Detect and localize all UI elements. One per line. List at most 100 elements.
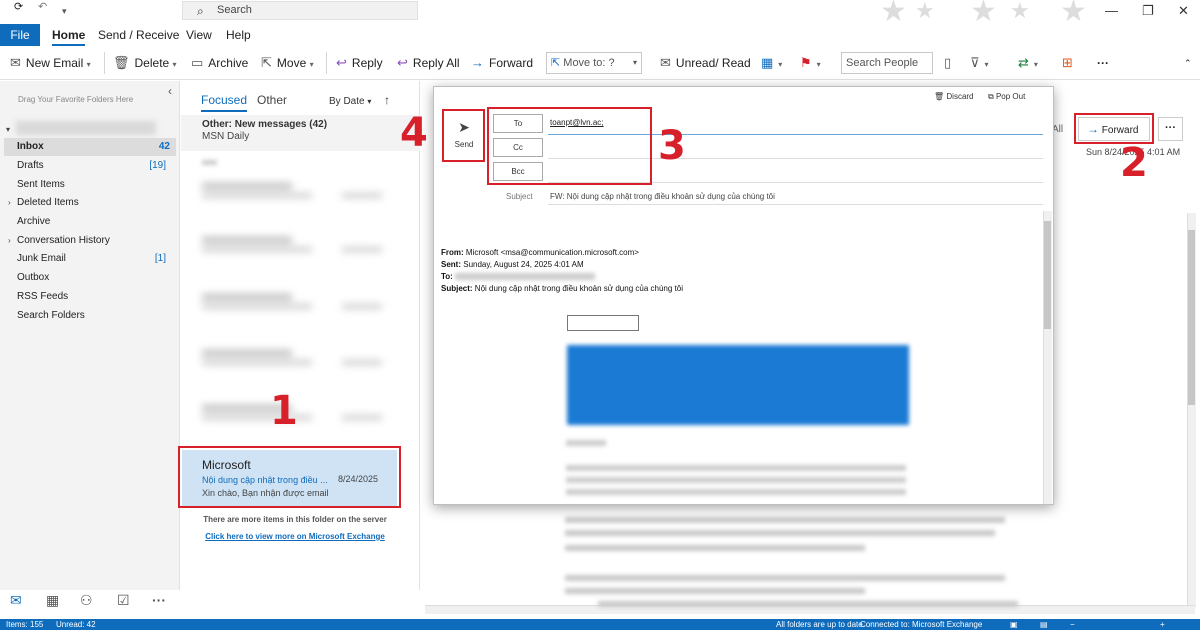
folder-label: Deleted Items — [17, 197, 79, 208]
tab-help[interactable]: Help — [226, 24, 251, 46]
sync-icon[interactable]: ⟳ — [14, 0, 23, 13]
flag-icon: ⚑ — [800, 55, 812, 70]
folder-junk-email[interactable]: Junk Email [1] — [17, 250, 172, 268]
addins-button[interactable]: ⊞ — [1062, 47, 1078, 79]
tab-other[interactable]: Other — [257, 93, 287, 107]
new-email-label: New Email — [25, 56, 84, 70]
move-to-box[interactable]: ⇱ Move to: ? ▾ — [546, 52, 642, 74]
more-apps-icon[interactable]: ··· — [152, 592, 166, 608]
chevron-down-icon[interactable]: ▾ — [6, 125, 10, 134]
move-button[interactable]: ⇱ Move ▾ — [261, 47, 314, 79]
search-people-input[interactable]: Search People — [841, 52, 933, 74]
forward-button[interactable]: → Forward — [471, 47, 533, 79]
normal-view-icon[interactable]: ▣ — [1010, 619, 1018, 630]
discard-button[interactable]: 🗑 Discard — [934, 92, 974, 101]
people-nav-icon[interactable]: ⚇ — [80, 592, 93, 609]
blurred-body-text — [565, 545, 865, 551]
fw-to: To: — [441, 272, 453, 281]
folder-outbox[interactable]: Outbox — [17, 269, 172, 287]
fw-to-label: To: — [441, 272, 453, 281]
tab-view[interactable]: View — [186, 24, 212, 46]
other-banner-sub: MSN Daily — [202, 131, 250, 142]
archive-label: Archive — [208, 56, 249, 70]
other-messages-banner[interactable]: Other: New messages (42) MSN Daily — [181, 115, 420, 151]
view-more-exchange-link[interactable]: Click here to view more on Microsoft Exc… — [190, 532, 400, 541]
categorize-button[interactable]: ▦ ▾ — [761, 47, 782, 79]
reply-button[interactable]: ↩ Reply — [336, 47, 383, 79]
address-book-button[interactable]: ▯ — [944, 47, 956, 79]
list-item[interactable] — [202, 183, 392, 213]
folder-sent-items[interactable]: Sent Items — [17, 176, 172, 194]
flag-button[interactable]: ⚑ ▾ — [800, 47, 821, 79]
folder-archive[interactable]: Archive — [17, 213, 172, 231]
zoom-in-icon[interactable]: + — [1160, 619, 1165, 630]
pop-out-label: Pop Out — [995, 92, 1026, 101]
new-email-button[interactable]: ✉ New Email ▾ — [10, 47, 91, 79]
status-uptodate: All folders are up to date. — [776, 620, 865, 629]
chevron-right-icon[interactable]: › — [8, 198, 11, 207]
folder-deleted-items[interactable]: Deleted Items — [17, 194, 172, 212]
filter-icon: ⊽ — [970, 55, 980, 70]
reading-view-icon[interactable]: ▤ — [1040, 619, 1048, 630]
collapse-ribbon-icon[interactable]: ⌃ — [1184, 47, 1192, 79]
search-input[interactable]: ⌕ Search — [182, 1, 418, 20]
tab-file[interactable]: File — [0, 24, 40, 46]
rules-button[interactable]: ⇄ ▾ — [1018, 47, 1038, 79]
folder-inbox[interactable]: Inbox 42 — [4, 138, 176, 156]
blurred-body-text — [566, 477, 906, 483]
account-name[interactable] — [16, 121, 156, 135]
reading-scroll-thumb[interactable] — [1188, 230, 1195, 405]
subject-label: Subject — [506, 192, 533, 201]
annotation-number-2: 2 — [1120, 140, 1148, 186]
addins-icon: ⊞ — [1062, 55, 1073, 70]
reading-more-icon[interactable]: ··· — [1158, 117, 1183, 141]
decorative-star-icon: ★ — [1010, 0, 1030, 23]
reply-all-button[interactable]: ↩ Reply All — [397, 47, 460, 79]
subject-field[interactable]: FW: Nội dung cập nhật trong điều khoản s… — [550, 192, 775, 201]
status-items: Items: 155 — [6, 620, 44, 629]
rules-icon: ⇄ — [1018, 55, 1029, 70]
folder-conversation-history[interactable]: Conversation History — [17, 232, 172, 250]
zoom-out-icon[interactable]: − — [1070, 619, 1075, 630]
forward-arrow-icon: → — [471, 55, 484, 70]
folder-drafts[interactable]: Drafts [19] — [17, 157, 172, 175]
restore-icon[interactable]: ❐ — [1142, 3, 1154, 19]
pop-out-button[interactable]: ⧉ Pop Out — [988, 92, 1025, 102]
calendar-nav-icon[interactable]: ▦ — [46, 592, 59, 609]
unread-read-button[interactable]: ✉ Unread/ Read — [660, 47, 751, 79]
collapse-pane-icon[interactable]: ‹ — [168, 84, 172, 98]
highlight-box-3 — [487, 107, 652, 185]
fw-sent-value: Sunday, August 24, 2025 4:01 AM — [463, 260, 584, 269]
tab-send-receive[interactable]: Send / Receive — [98, 24, 179, 46]
list-item[interactable] — [202, 294, 392, 324]
undo-icon[interactable]: ↶ — [38, 0, 47, 13]
list-item[interactable] — [202, 350, 392, 380]
fw-subject-value: Nội dung cập nhật trong điều khoản sử dụ… — [474, 284, 683, 293]
customize-dropdown-icon[interactable]: ▾ — [62, 6, 67, 17]
list-item[interactable] — [202, 237, 392, 267]
tasks-nav-icon[interactable]: ☑ — [117, 592, 130, 609]
archive-button[interactable]: ▭ Archive — [191, 47, 248, 79]
folder-rss-feeds[interactable]: RSS Feeds — [17, 288, 172, 306]
close-icon[interactable]: ✕ — [1178, 3, 1189, 19]
delete-button[interactable]: 🗑 Delete ▾ — [113, 47, 177, 79]
more-options-icon[interactable]: ··· — [1097, 47, 1109, 79]
chevron-right-icon[interactable]: › — [8, 236, 11, 245]
sort-direction-icon[interactable]: ↑ — [384, 93, 390, 107]
tab-home[interactable]: Home — [52, 24, 86, 46]
blurred-body-text — [565, 517, 1005, 523]
tab-focused[interactable]: Focused — [201, 93, 248, 112]
folder-search-folders[interactable]: Search Folders — [17, 307, 172, 325]
menu-bar — [0, 24, 1200, 46]
favorites-hint: Drag Your Favorite Folders Here — [18, 95, 134, 104]
compose-scroll-thumb[interactable] — [1044, 221, 1051, 329]
filter-button[interactable]: ⊽ ▾ — [970, 47, 989, 79]
status-bar: Items: 155 Unread: 42 All folders are up… — [0, 619, 1200, 630]
mail-nav-icon[interactable]: ✉ — [10, 592, 22, 609]
reply-all-icon: ↩ — [397, 55, 408, 70]
sort-dropdown[interactable]: By Date ▾ — [329, 96, 371, 107]
archive-icon: ▭ — [191, 55, 204, 70]
minimize-icon[interactable]: — — [1105, 3, 1118, 18]
folder-label: Junk Email — [17, 253, 66, 264]
search-people-placeholder: Search People — [846, 57, 919, 69]
